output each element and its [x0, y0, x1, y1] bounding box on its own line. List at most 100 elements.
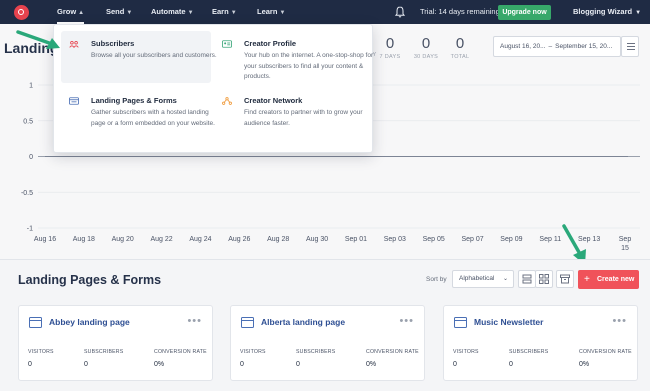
menu-item-creator-profile[interactable]: Creator Profile Your hub on the internet…: [214, 31, 373, 93]
trial-status: Trial: 14 days remaining: [420, 7, 500, 16]
stat-30-days: 0 30 DAYS: [409, 35, 443, 61]
nav-learn[interactable]: Learn ▼: [257, 0, 285, 24]
metric-label: VISITORS: [28, 349, 54, 355]
metric-value: 0%: [366, 361, 377, 368]
x-tick-label: Aug 26: [228, 236, 250, 243]
metric-value: 0: [296, 361, 300, 368]
grid-view-button[interactable]: [535, 270, 553, 288]
nav-grow[interactable]: Grow ▲: [57, 0, 85, 24]
create-new-button[interactable]: + Create new: [578, 270, 639, 289]
archive-icon: [560, 274, 570, 284]
card-title[interactable]: Music Newsletter: [474, 317, 543, 327]
metric-subscribers: SUBSCRIBERS 0: [509, 349, 548, 368]
chevron-down-icon: ▼: [635, 10, 642, 16]
y-tick-label: -1: [27, 226, 33, 233]
network-icon: [222, 97, 232, 105]
account-name: Blogging Wizard: [573, 7, 633, 16]
metric-conversion-rate: CONVERSION RATE 0%: [366, 349, 419, 368]
metric-label: SUBSCRIBERS: [84, 349, 124, 355]
stat-value: 0: [455, 35, 465, 52]
x-tick-label: Aug 30: [306, 236, 328, 243]
nav-earn-label: Earn: [212, 7, 229, 16]
bell-icon[interactable]: [395, 6, 405, 18]
x-tick-label: Sep 11: [539, 236, 561, 243]
metric-label: CONVERSION RATE: [366, 349, 419, 355]
date-range-picker[interactable]: August 16, 20... – September 15, 20...: [493, 36, 621, 57]
metric-value: 0: [240, 361, 244, 368]
metric-label: CONVERSION RATE: [154, 349, 207, 355]
y-tick-label: -0.5: [21, 190, 33, 197]
chevron-down-icon: ▼: [279, 10, 286, 16]
metric-visitors: VISITORS 0: [28, 349, 54, 368]
nav-send[interactable]: Send ▼: [106, 0, 132, 24]
menu-item-creator-network[interactable]: Creator Network Find creators to partner…: [214, 88, 364, 138]
stat-7-days: 0 7 DAYS: [373, 35, 407, 61]
arrow-right-icon: –: [548, 43, 553, 50]
nav-grow-label: Grow: [57, 7, 77, 16]
date-range-menu-button[interactable]: [621, 36, 639, 57]
grow-dropdown-menu: Subscribers Browse all your subscribers …: [53, 24, 373, 153]
metric-value: 0: [453, 361, 457, 368]
x-tick-label: Sep 01: [345, 236, 367, 243]
grid-view-icon: [539, 274, 549, 284]
sort-select-value: Alphabetical: [459, 275, 495, 282]
chevron-down-icon: ⌄: [502, 276, 508, 282]
metric-label: CONVERSION RATE: [579, 349, 632, 355]
section-title: Landing Pages & Forms: [18, 273, 162, 287]
nav-automate[interactable]: Automate ▼: [151, 0, 194, 24]
stat-value: 0: [421, 35, 431, 52]
landing-page-icon: [29, 317, 42, 328]
annotation-arrow-icon: [16, 30, 60, 49]
x-tick-label: Aug 28: [267, 236, 289, 243]
profile-card-icon: [222, 40, 232, 48]
list-view-icon: [522, 274, 532, 284]
menu-item-landing-pages-forms[interactable]: Landing Pages & Forms Gather subscribers…: [61, 88, 215, 148]
x-tick-label: Aug 22: [151, 236, 173, 243]
x-tick-label: Aug 16: [34, 236, 56, 243]
hamburger-icon: [627, 43, 635, 45]
metric-conversion-rate: CONVERSION RATE 0%: [154, 349, 207, 368]
list-view-button[interactable]: [518, 270, 536, 288]
menu-item-title: Creator Profile: [244, 39, 297, 48]
archive-button[interactable]: [556, 270, 574, 288]
stat-value: 0: [385, 35, 395, 52]
card-title[interactable]: Abbey landing page: [49, 317, 130, 327]
top-navbar: Grow ▲ Send ▼ Automate ▼ Earn ▼ Learn ▼ Trial…: [0, 0, 650, 24]
sort-select[interactable]: Alphabetical ⌄: [452, 270, 514, 288]
metric-subscribers: SUBSCRIBERS 0: [296, 349, 335, 368]
more-options-icon[interactable]: •••: [612, 315, 627, 327]
upgrade-button[interactable]: Upgrade now: [498, 5, 551, 20]
menu-item-subscribers[interactable]: Subscribers Browse all your subscribers …: [61, 31, 217, 83]
landing-page-card[interactable]: Alberta landing page ••• VISITORS 0 SUBSC…: [230, 305, 425, 381]
form-icon: [69, 97, 79, 105]
landing-page-card[interactable]: Music Newsletter ••• VISITORS 0 SUBSCRIBE…: [443, 305, 638, 381]
x-tick-label: Aug 24: [189, 236, 211, 243]
metric-value: 0: [28, 361, 32, 368]
metric-value: 0: [509, 361, 513, 368]
menu-item-title: Subscribers: [91, 39, 135, 48]
nav-earn[interactable]: Earn ▼: [212, 0, 237, 24]
more-options-icon[interactable]: •••: [399, 315, 414, 327]
metric-value: 0%: [154, 361, 165, 368]
menu-item-description: Gather subscribers with a hosted landing…: [91, 109, 215, 127]
landing-page-icon: [241, 317, 254, 328]
landing-page-card[interactable]: Abbey landing page ••• VISITORS 0 SUBSCRI…: [18, 305, 213, 381]
menu-item-description: Browse all your subscribers and customer…: [91, 52, 217, 59]
more-options-icon[interactable]: •••: [187, 315, 202, 327]
nav-send-label: Send: [106, 7, 125, 16]
stat-total: 0 TOTAL: [443, 35, 477, 61]
card-title[interactable]: Alberta landing page: [261, 317, 345, 327]
date-range-start: August 16, 20...: [500, 43, 546, 50]
menu-item-description: Your hub on the internet. A one-stop-sho…: [244, 52, 374, 80]
metric-label: SUBSCRIBERS: [296, 349, 336, 355]
x-tick-label: Aug 18: [73, 236, 95, 243]
account-menu[interactable]: Blogging Wizard ▼: [573, 0, 641, 25]
x-tick-label: Sep 09: [500, 236, 522, 243]
convertkit-logo-icon[interactable]: [14, 5, 29, 20]
metric-label: SUBSCRIBERS: [509, 349, 549, 355]
landing-page-icon: [454, 317, 467, 328]
chevron-up-icon: ▲: [78, 10, 85, 16]
menu-item-description: Find creators to partner with to grow yo…: [244, 109, 363, 127]
chevron-down-icon: ▼: [230, 10, 237, 16]
menu-item-title: Landing Pages & Forms: [91, 96, 177, 105]
